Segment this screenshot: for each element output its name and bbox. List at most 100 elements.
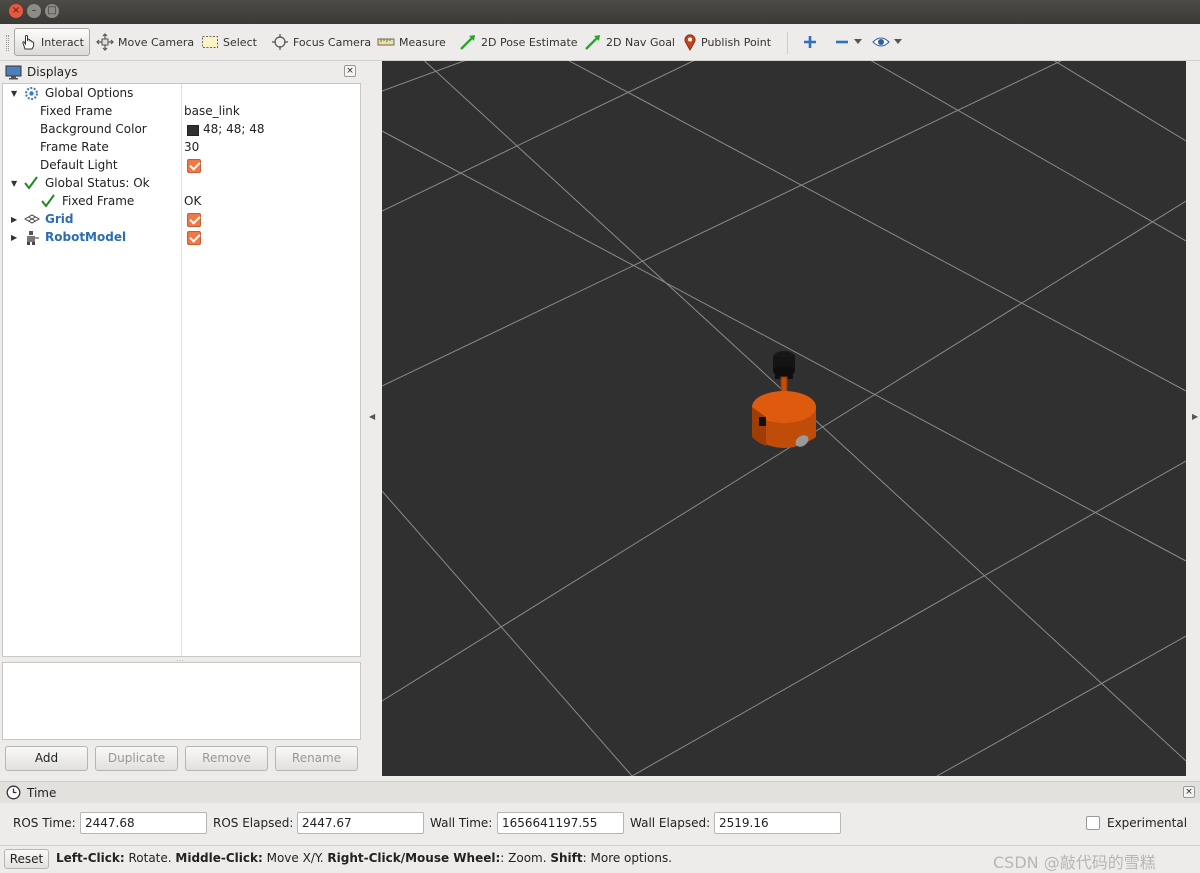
wall-time-field[interactable]: 1656641197.55 bbox=[497, 812, 624, 834]
ros-time-field[interactable]: 2447.68 bbox=[80, 812, 207, 834]
property-description-box bbox=[2, 662, 361, 740]
expand-down-icon[interactable]: ▼ bbox=[11, 179, 17, 188]
nav-goal-label: 2D Nav Goal bbox=[606, 35, 675, 49]
window-maximize-button[interactable]: □ bbox=[45, 4, 59, 18]
tree-row-global-status[interactable]: ▼ Global Status: Ok bbox=[3, 175, 360, 193]
displays-title: Displays bbox=[27, 65, 78, 79]
tools-toolbar: Interact Move Camera Select Focus Camera… bbox=[0, 24, 1200, 61]
remove-display-button[interactable]: Remove bbox=[185, 746, 268, 771]
tree-row-fixed-frame[interactable]: Fixed Frame base_link bbox=[3, 103, 360, 121]
focus-camera-label: Focus Camera bbox=[293, 35, 372, 49]
tree-row-global-options[interactable]: ▼ Global Options bbox=[3, 85, 360, 103]
monitor-icon bbox=[5, 65, 22, 79]
add-tool-button[interactable] bbox=[798, 28, 822, 56]
expand-down-icon[interactable]: ▼ bbox=[11, 89, 17, 98]
displays-panel-header: Displays × bbox=[2, 62, 360, 82]
duplicate-display-button[interactable]: Duplicate bbox=[95, 746, 178, 771]
frame-rate-value[interactable]: 30 bbox=[184, 140, 199, 154]
select-rectangle-icon bbox=[202, 36, 218, 48]
pose-estimate-tool-button[interactable]: 2D Pose Estimate bbox=[455, 28, 582, 56]
window-titlebar: × – □ bbox=[0, 0, 1200, 24]
global-status-label: Global Status: Ok bbox=[45, 176, 150, 190]
status-bar: Reset Left-Click: Rotate. Middle-Click: … bbox=[0, 845, 1200, 872]
toolbar-separator bbox=[787, 32, 788, 54]
move-camera-label: Move Camera bbox=[118, 35, 195, 49]
collapse-left-icon[interactable]: ◀ bbox=[369, 412, 375, 421]
grid-icon bbox=[24, 214, 40, 224]
experimental-checkbox[interactable] bbox=[1086, 816, 1100, 830]
reset-button[interactable]: Reset bbox=[4, 849, 49, 869]
tree-row-status-fixed-frame[interactable]: Fixed Frame OK bbox=[3, 193, 360, 211]
expand-right-icon[interactable]: ▶ bbox=[11, 233, 17, 242]
interact-tool-button[interactable]: Interact bbox=[14, 28, 90, 56]
tree-row-robot-model[interactable]: ▶ RobotModel bbox=[3, 229, 360, 247]
robot-model-render bbox=[752, 351, 816, 448]
window-minimize-button[interactable]: – bbox=[27, 4, 41, 18]
interact-label: Interact bbox=[41, 35, 84, 49]
move-camera-icon bbox=[96, 33, 114, 51]
panels-view-dropdown[interactable] bbox=[868, 28, 906, 56]
hint-zoom: : Zoom. bbox=[500, 851, 551, 865]
collapse-right-icon[interactable]: ▶ bbox=[1192, 412, 1198, 421]
status-fixed-frame-label: Fixed Frame bbox=[62, 194, 135, 208]
expand-right-icon[interactable]: ▶ bbox=[11, 215, 17, 224]
time-title: Time bbox=[27, 785, 57, 800]
mouse-hint-text: Left-Click: Rotate. Middle-Click: Move X… bbox=[56, 851, 672, 865]
hint-shift: Shift bbox=[550, 851, 583, 865]
add-display-button[interactable]: Add bbox=[5, 746, 88, 771]
tree-row-background-color[interactable]: Background Color 48; 48; 48 bbox=[3, 121, 360, 139]
focus-camera-tool-button[interactable]: Focus Camera bbox=[267, 28, 375, 56]
fixed-frame-value[interactable]: base_link bbox=[184, 104, 240, 118]
remove-tool-dropdown[interactable] bbox=[830, 28, 866, 56]
ros-time-label: ROS Time: bbox=[13, 816, 76, 830]
measure-label: Measure bbox=[399, 35, 446, 49]
frame-rate-label: Frame Rate bbox=[40, 140, 109, 154]
tree-row-frame-rate[interactable]: Frame Rate 30 bbox=[3, 139, 360, 157]
pose-estimate-label: 2D Pose Estimate bbox=[481, 35, 578, 49]
plus-icon bbox=[804, 36, 816, 48]
displays-close-button[interactable]: × bbox=[344, 65, 356, 77]
ros-elapsed-field[interactable]: 2447.67 bbox=[297, 812, 424, 834]
robot-model-label: RobotModel bbox=[45, 230, 127, 244]
tree-row-default-light[interactable]: Default Light bbox=[3, 157, 360, 175]
focus-camera-icon bbox=[272, 34, 288, 50]
hint-more: : More options. bbox=[582, 851, 673, 865]
publish-point-tool-button[interactable]: Publish Point bbox=[679, 28, 775, 56]
gear-icon bbox=[25, 87, 38, 100]
clock-icon bbox=[6, 785, 21, 800]
wall-elapsed-field[interactable]: 2519.16 bbox=[714, 812, 841, 834]
default-light-checkbox[interactable] bbox=[187, 159, 201, 173]
fixed-frame-label: Fixed Frame bbox=[40, 104, 113, 118]
grid-checkbox[interactable] bbox=[187, 213, 201, 227]
status-fixed-frame-value: OK bbox=[184, 194, 202, 208]
background-color-value[interactable]: 48; 48; 48 bbox=[203, 122, 265, 136]
chevron-down-icon bbox=[894, 39, 902, 44]
robot-model-checkbox[interactable] bbox=[187, 231, 201, 245]
time-close-button[interactable]: × bbox=[1183, 786, 1195, 798]
default-light-label: Default Light bbox=[40, 158, 118, 172]
time-panel-header: Time × bbox=[0, 781, 1200, 803]
green-arrow-icon bbox=[460, 35, 475, 50]
experimental-label: Experimental bbox=[1107, 816, 1188, 830]
select-tool-button[interactable]: Select bbox=[197, 28, 261, 56]
toolbar-grip[interactable] bbox=[6, 35, 9, 51]
hint-left-click: Left-Click: bbox=[56, 851, 125, 865]
checkmark-icon bbox=[24, 176, 38, 190]
background-color-swatch bbox=[187, 125, 199, 136]
rename-display-button[interactable]: Rename bbox=[275, 746, 358, 771]
minus-icon bbox=[836, 40, 848, 44]
move-camera-tool-button[interactable]: Move Camera bbox=[92, 28, 198, 56]
nav-goal-tool-button[interactable]: 2D Nav Goal bbox=[580, 28, 679, 56]
window-close-button[interactable]: × bbox=[9, 4, 23, 18]
checkmark-icon bbox=[41, 194, 55, 208]
eye-icon bbox=[872, 37, 890, 47]
tree-row-grid[interactable]: ▶ Grid bbox=[3, 211, 360, 229]
3d-render-viewport[interactable] bbox=[382, 61, 1186, 776]
hint-move: Move X/Y. bbox=[262, 851, 328, 865]
chevron-down-icon bbox=[854, 39, 862, 44]
background-color-label: Background Color bbox=[40, 122, 147, 136]
hint-middle-click: Middle-Click: bbox=[175, 851, 263, 865]
ros-elapsed-label: ROS Elapsed: bbox=[213, 816, 294, 830]
measure-tool-button[interactable]: Measure bbox=[373, 28, 450, 56]
displays-tree: ▼ Global Options Fixed Frame base_link B… bbox=[2, 83, 361, 657]
